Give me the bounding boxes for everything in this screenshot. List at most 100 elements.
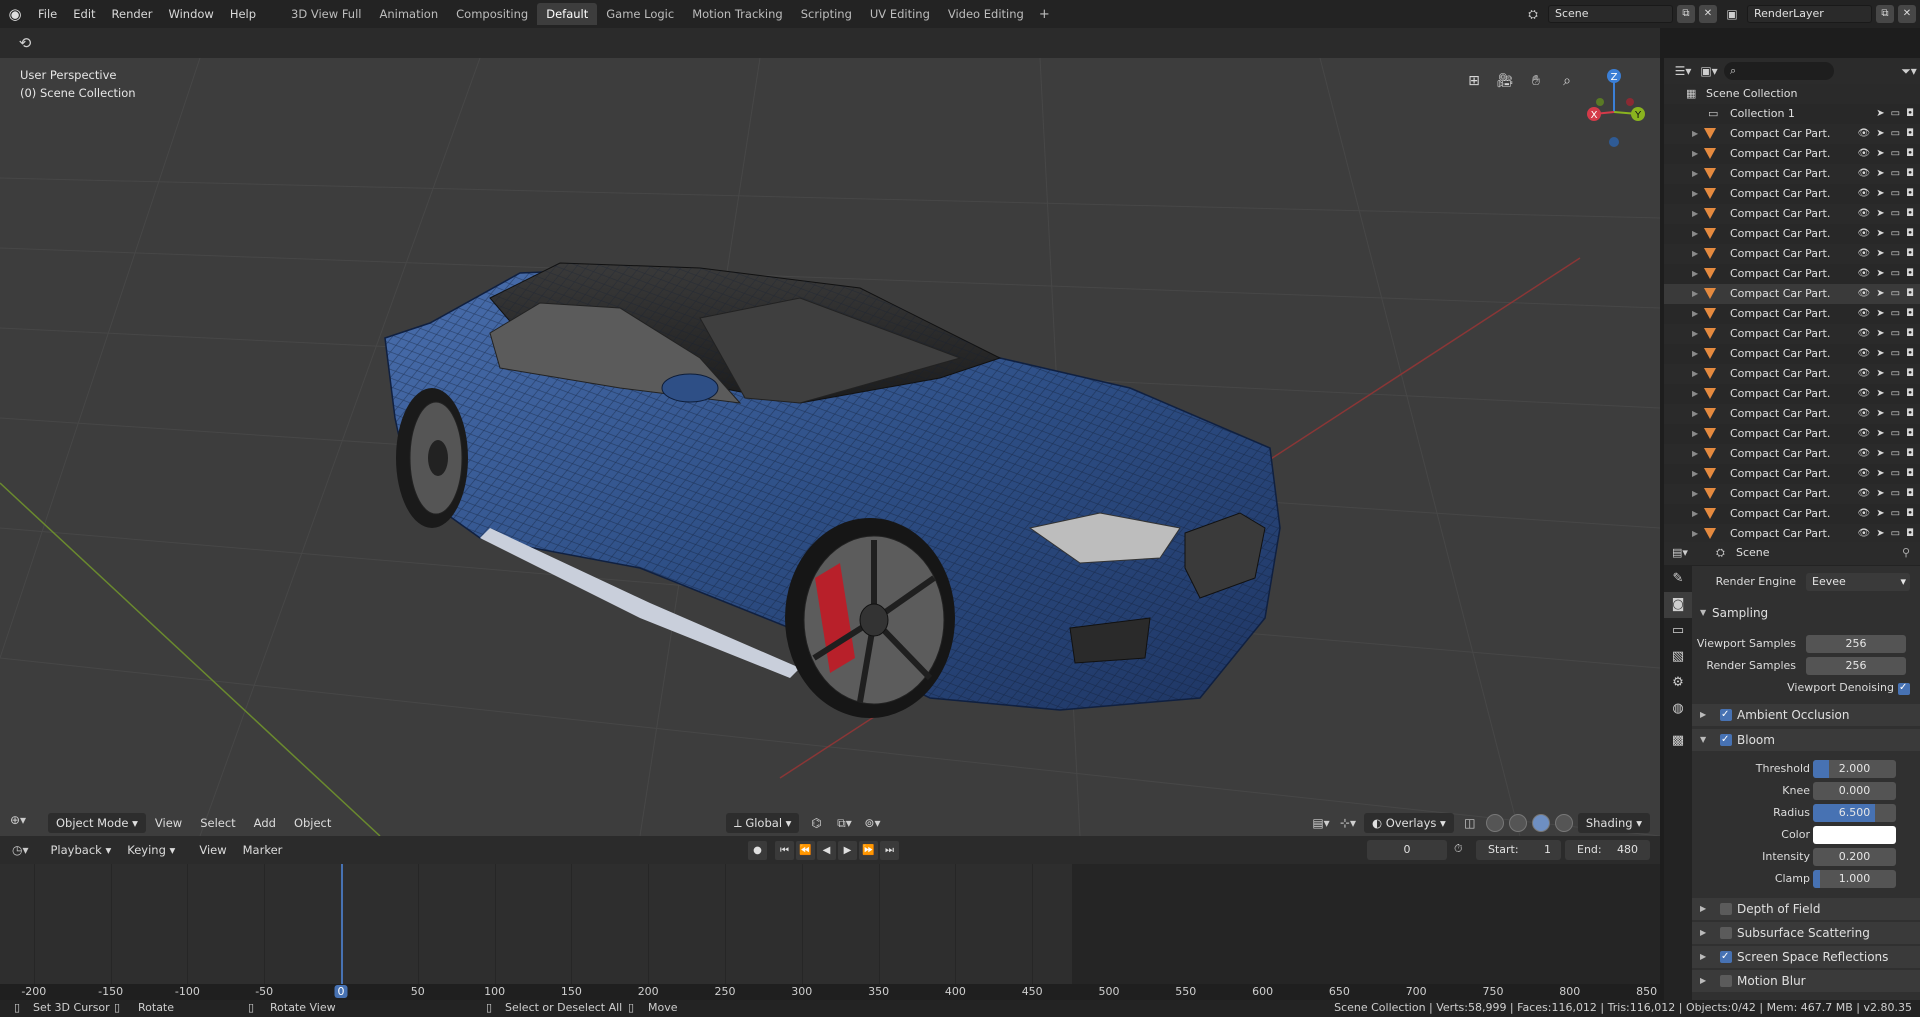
tab-compositing[interactable]: Compositing [447,3,537,25]
select-icon[interactable]: ➤ [1876,164,1884,184]
outliner-object-row[interactable]: ▶ Compact Car Part.0 👁︎ ➤ ▭ ◘ [1664,384,1920,404]
viewport-menu-object[interactable]: Object [285,816,340,830]
duplicate-scene-icon[interactable]: ⧉ [1677,5,1695,23]
select-icon[interactable]: ➤ [1876,484,1884,504]
pivot-icon[interactable]: ⌬ [805,814,827,832]
outliner-object-row[interactable]: ▶ Compact Car Part.0(👁︎➤ ▭ ◘ [1664,124,1920,144]
eye-icon[interactable]: 👁︎ [1858,264,1871,284]
select-icon[interactable]: ➤ [1876,424,1884,444]
eye-icon[interactable]: 👁︎ [1858,164,1871,184]
timeline-menu-playback[interactable]: Playback ▾ [43,843,120,857]
render-icon[interactable]: ◘ [1906,484,1914,504]
select-icon[interactable]: ➤ [1876,104,1884,124]
eye-icon[interactable]: 👁︎ [1858,304,1871,324]
outliner-object-row[interactable]: ▶ Compact Car Part.0 👁︎ ➤ ▭ ◘ [1664,404,1920,424]
jump-keyframe-back-icon[interactable]: ⏪ [796,841,815,860]
dof-checkbox[interactable] [1720,903,1732,915]
outliner-object-row[interactable]: ▶ Compact Car Part.0 👁︎ ➤ ▭ ◘ [1664,464,1920,484]
render-icon[interactable]: ◘ [1906,124,1914,144]
select-icon[interactable]: ➤ [1876,264,1884,284]
menu-render[interactable]: Render [104,0,161,28]
tab-video-editing[interactable]: Video Editing [939,3,1033,25]
tool-tab-icon[interactable]: ✎ [1664,566,1692,592]
render-icon[interactable]: ◘ [1906,384,1914,404]
frame-ruler[interactable]: -200 -150 -100 -50 0 50 100 150 200 250 300 350 400 4… [0,984,1660,1000]
select-icon[interactable]: ➤ [1876,524,1884,542]
playhead[interactable] [341,864,343,984]
eye-icon[interactable]: 👁︎ [1858,344,1871,364]
threshold-field[interactable]: 2.000 [1813,760,1896,778]
viewport-icon[interactable]: ▭ [1891,124,1900,144]
output-tab-icon[interactable]: ▭ [1664,618,1692,644]
jump-end-icon[interactable]: ⏭ [880,841,899,860]
add-workspace-button[interactable]: + [1033,7,1056,22]
viewport-icon[interactable]: ▭ [1891,524,1900,542]
select-icon[interactable]: ➤ [1876,184,1884,204]
expand-arrow-icon[interactable]: ▶ [1692,144,1698,164]
display-mode-icon[interactable]: ▣▾ [1698,62,1720,80]
scene-icon[interactable]: ⛭ [1522,5,1544,23]
timeline-menu-keying[interactable]: Keying ▾ [119,843,183,857]
material-shading-icon[interactable] [1531,814,1550,832]
expand-arrow-icon[interactable]: ▶ [1692,424,1698,444]
viewport-icon[interactable]: ▭ [1891,484,1900,504]
play-icon[interactable]: ▶ [838,841,857,860]
eye-icon[interactable]: 👁︎ [1858,244,1871,264]
outliner-object-row[interactable]: ▶ Compact Car Part.0 👁︎ ➤ ▭ ◘ [1664,324,1920,344]
intensity-field[interactable]: 0.200 [1813,848,1896,866]
filter-icon[interactable]: ⏷▾ [1898,62,1920,80]
outliner-search-input[interactable]: ⌕ [1724,62,1834,80]
play-reverse-icon[interactable]: ◀ [817,841,836,860]
select-icon[interactable]: ➤ [1876,204,1884,224]
select-icon[interactable]: ➤ [1876,364,1884,384]
duplicate-layer-icon[interactable]: ⧉ [1876,5,1894,23]
scene-tab-icon[interactable]: ⚙ [1664,670,1692,696]
outliner-object-row[interactable]: ▶ Compact Car Part.0 👁︎ ➤ ▭ ◘ [1664,264,1920,284]
expand-arrow-icon[interactable]: ▶ [1692,164,1698,184]
end-frame-field[interactable]: End: 480 [1565,840,1650,860]
expand-arrow-icon[interactable]: ▶ [1692,344,1698,364]
render-icon[interactable]: ◘ [1906,244,1914,264]
dof-panel[interactable]: ▶ Depth of Field [1692,898,1920,920]
transform-orientation-select[interactable]: ⟂ Global ▾ [726,813,800,833]
select-icon[interactable]: ➤ [1876,464,1884,484]
expand-arrow-icon[interactable]: ▶ [1692,264,1698,284]
outliner-object-row[interactable]: ▶ Compact Car Part.0 👁︎ ➤ ▭ ◘ [1664,524,1920,542]
eye-icon[interactable]: 👁︎ [1858,364,1871,384]
select-icon[interactable]: ➤ [1876,304,1884,324]
preview-range-icon[interactable]: ⏱ [1454,842,1463,856]
eye-icon[interactable]: 👁︎ [1858,284,1871,304]
zoom-icon[interactable]: ⌕ [1554,70,1580,92]
shading-button[interactable]: Shading ▾ [1577,813,1650,833]
select-icon[interactable]: ➤ [1876,444,1884,464]
eye-icon[interactable]: 👁︎ [1858,384,1871,404]
render-icon[interactable]: ◘ [1906,404,1914,424]
select-icon[interactable]: ➤ [1876,224,1884,244]
render-icon[interactable]: ◘ [1906,204,1914,224]
pin-icon[interactable]: ⚲ [1902,546,1910,559]
viewport-denoising-checkbox[interactable] [1898,678,1910,698]
outliner-object-row[interactable]: ▶ Compact Car Part.0 👁︎ ➤ ▭ ◘ [1664,204,1920,224]
gizmo-toggle-icon[interactable]: ⊹▾ [1337,814,1359,832]
clamp-field[interactable]: 1.000 [1813,870,1896,888]
render-icon[interactable]: ◘ [1906,464,1914,484]
render-icon[interactable]: ◘ [1906,144,1914,164]
knee-field[interactable]: 0.000 [1813,782,1896,800]
outliner-object-row[interactable]: ▶ Compact Car Part.0 👁︎ ➤ ▭ ◘ [1664,224,1920,244]
expand-arrow-icon[interactable]: ▶ [1692,244,1698,264]
eye-icon[interactable]: 👁︎ [1858,324,1871,344]
solid-shading-icon[interactable] [1508,814,1527,832]
viewport-icon[interactable]: ▭ [1891,444,1900,464]
expand-arrow-icon[interactable]: ▶ [1692,404,1698,424]
select-icon[interactable]: ➤ [1876,404,1884,424]
object-mode-select[interactable]: Object Mode ▾ [48,813,146,833]
expand-arrow-icon[interactable]: ▶ [1692,204,1698,224]
render-engine-select[interactable]: Eevee ▾ [1806,573,1910,591]
tab-scripting[interactable]: Scripting [792,3,861,25]
viewport-menu-select[interactable]: Select [191,816,244,830]
viewport-icon[interactable]: ▭ [1891,304,1900,324]
bloom-panel[interactable]: ▼ Bloom [1692,729,1920,751]
render-icon[interactable]: ◘ [1906,444,1914,464]
eye-icon[interactable]: 👁︎ [1858,424,1871,444]
render-icon[interactable]: ◘ [1906,344,1914,364]
